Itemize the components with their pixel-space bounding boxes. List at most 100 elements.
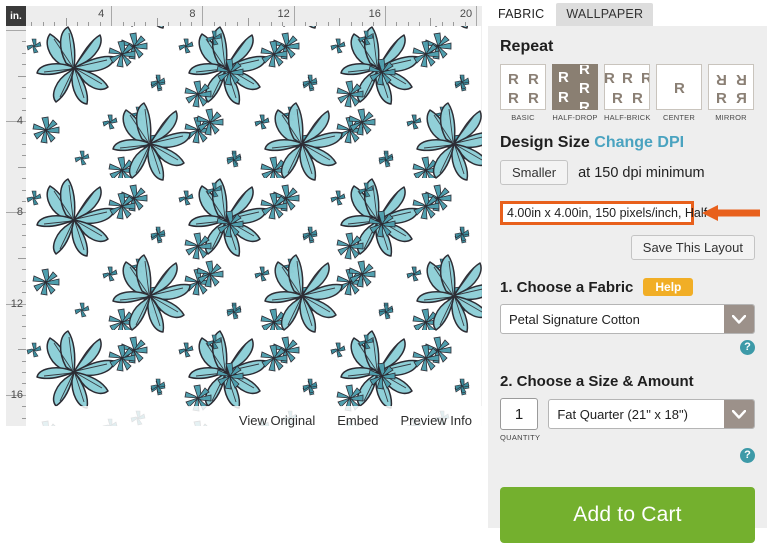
repeat-glyph: R [736, 71, 747, 88]
ruler-tick [236, 22, 238, 26]
save-this-layout-button[interactable]: Save This Layout [630, 235, 755, 260]
ruler-tick [22, 201, 26, 202]
ruler-tick-label: 4 [98, 8, 105, 20]
repeat-glyph: R [674, 80, 685, 97]
ruler-tick [430, 18, 432, 26]
ruler-tick [42, 22, 44, 26]
size-highlight-wrap: 4.00in x 4.00in, 150 pixels/inch, Half [500, 201, 760, 227]
ruler-tick-label: 16 [10, 388, 23, 401]
repeat-glyph: R [579, 64, 590, 78]
ruler-tick [22, 98, 26, 100]
ruler-tick [18, 258, 26, 259]
ruler-tick [22, 406, 26, 408]
ruler-tick [419, 22, 420, 26]
chevron-down-icon[interactable] [724, 305, 754, 333]
quantity-input[interactable]: 1 [500, 398, 538, 430]
quantity-wrap: 1 QUANTITY [500, 398, 540, 442]
pattern-preview-canvas[interactable] [26, 26, 482, 426]
size-step-title: 2. Choose a Size & Amount [500, 373, 694, 390]
ruler-tick [396, 22, 398, 26]
ruler-tick [384, 6, 386, 26]
ruler-tick [464, 22, 466, 26]
repeat-thumb-mirror: R R R R [708, 64, 754, 110]
repeat-label-mirror: MIRROR [715, 113, 747, 122]
fabric-select-row: Petal Signature Cotton [488, 296, 767, 334]
ruler-tick-label: 20 [459, 8, 473, 20]
repeat-option-half-drop[interactable]: R R R R R HALF-DROP [552, 64, 598, 122]
ruler-tick [22, 372, 26, 373]
repeat-option-center[interactable]: R CENTER [656, 64, 702, 122]
add-to-cart-button[interactable]: Add to Cart [500, 487, 755, 543]
ruler-tick [145, 22, 147, 26]
preview-info-link[interactable]: Preview Info [400, 413, 472, 428]
smaller-button[interactable]: Smaller [500, 160, 569, 185]
repeat-thumb-center: R [656, 64, 702, 110]
ruler-tick-label: 8 [189, 8, 196, 20]
fabric-help-circle-row: ? [488, 334, 767, 355]
repeat-option-basic[interactable]: R R R R BASIC [500, 64, 546, 122]
ruler-tick [407, 22, 409, 26]
ruler-tick [282, 22, 284, 26]
ruler-tick [22, 383, 26, 385]
ruler-tick [22, 189, 26, 191]
repeat-thumb-half-brick: R R R R R [604, 64, 650, 110]
change-dpi-link[interactable]: Change DPI [594, 134, 684, 151]
design-preview-pane: in. 4 8 12 16 20 4 8 12 16 View Original… [0, 0, 482, 528]
ruler-tick [476, 6, 477, 26]
size-select[interactable]: Fat Quarter (21" x 18") [548, 399, 755, 429]
question-circle-icon[interactable]: ? [740, 448, 755, 463]
repeat-options: R R R R BASIC R R R R R HALF-DROP R R R … [488, 64, 767, 122]
ruler-tick [111, 6, 113, 26]
ruler-tick [22, 269, 26, 271]
question-circle-icon[interactable]: ? [740, 340, 755, 355]
ruler-tick [179, 22, 181, 26]
repeat-glyph: R [716, 71, 727, 88]
callout-arrow-icon [702, 205, 760, 221]
view-original-link[interactable]: View Original [239, 413, 315, 428]
ruler-tick [156, 18, 158, 26]
dpi-minimum-note: at 150 dpi minimum [578, 164, 705, 181]
repeat-glyph: R [579, 80, 590, 97]
ruler-tick [22, 178, 26, 180]
repeat-glyph: R [528, 90, 539, 107]
repeat-option-mirror[interactable]: R R R R MIRROR [708, 64, 754, 122]
tab-wallpaper[interactable]: WALLPAPER [556, 3, 654, 26]
design-size-title: Design Size [500, 134, 590, 151]
repeat-option-half-brick[interactable]: R R R R R HALF-BRICK [604, 64, 650, 122]
repeat-glyph: R [622, 70, 633, 87]
ruler-tick [22, 155, 26, 157]
repeat-glyph: R [612, 90, 623, 107]
ruler-tick [259, 22, 261, 26]
ruler-tick [350, 22, 352, 26]
add-to-cart-wrap: Add to Cart [488, 463, 767, 543]
tab-fabric[interactable]: FABRIC [488, 3, 555, 26]
repeat-label-half-drop: HALF-DROP [552, 113, 598, 122]
repeat-glyph: R [558, 69, 569, 86]
chevron-down-icon[interactable] [724, 400, 754, 428]
repeat-glyph: R [604, 70, 615, 87]
ruler-tick [6, 30, 26, 31]
ruler-tick [293, 6, 295, 26]
pattern-swatch [26, 26, 482, 426]
vertical-ruler: 4 8 12 16 [6, 26, 26, 426]
ruler-tick [168, 22, 170, 26]
embed-link[interactable]: Embed [337, 413, 378, 428]
ruler-tick [453, 22, 455, 26]
ruler-tick [18, 75, 26, 77]
order-options-panel: FABRIC WALLPAPER Repeat R R R R BASIC R … [488, 0, 767, 543]
fabric-help-button[interactable]: Help [643, 278, 694, 296]
ruler-tick [65, 18, 67, 26]
repeat-label-basic: BASIC [511, 113, 535, 122]
ruler-tick [22, 144, 26, 145]
preview-links-row: View Original Embed Preview Info [26, 406, 482, 434]
ruler-tick [316, 22, 318, 26]
ruler-tick-label: 4 [16, 115, 23, 128]
ruler-tick [134, 22, 135, 26]
design-size-heading: Design Size Change DPI [488, 122, 767, 152]
ruler-tick-label: 12 [10, 297, 23, 310]
fabric-step-heading: 1. Choose a Fabric Help [488, 260, 767, 296]
ruler-tick [22, 132, 26, 134]
ruler-tick [99, 22, 101, 26]
fabric-select[interactable]: Petal Signature Cotton [500, 304, 755, 334]
ruler-tick [22, 315, 26, 316]
